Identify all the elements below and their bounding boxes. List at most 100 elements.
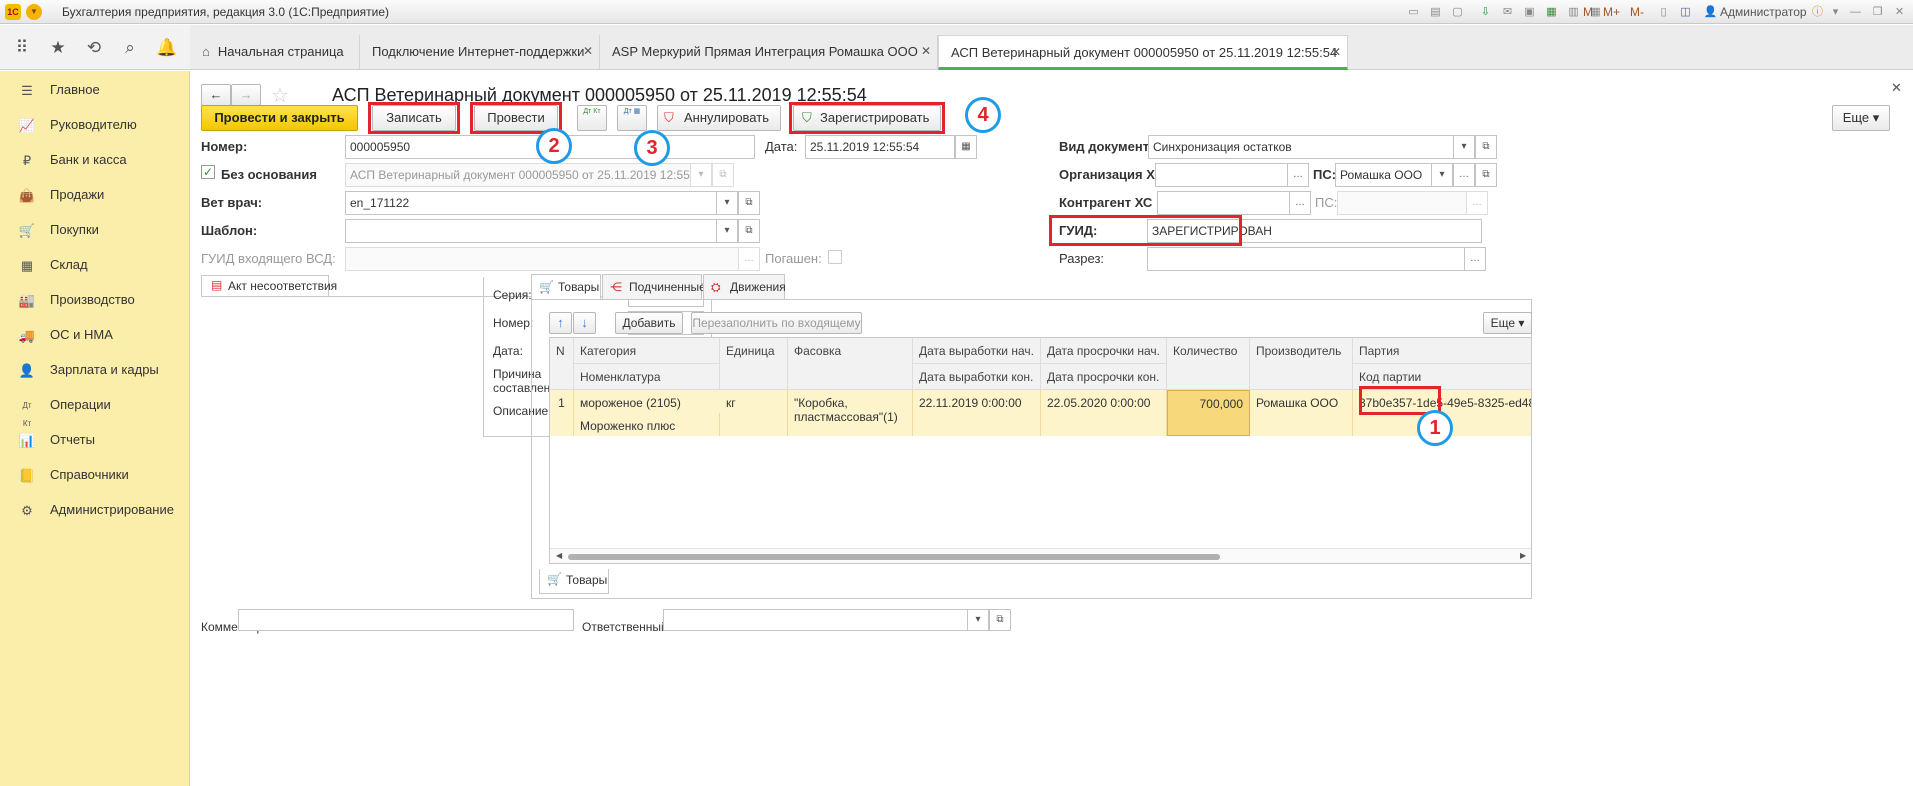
responsible-field[interactable] — [663, 609, 968, 631]
sidebar-item-operations[interactable]: Дт Кт Операции — [0, 388, 190, 428]
calendar-picker-icon[interactable]: ▦ — [955, 135, 977, 159]
close-form-icon[interactable]: ✕ — [1891, 80, 1902, 96]
calculator-icon[interactable]: ▥ — [1566, 5, 1581, 19]
doc-type-field[interactable]: Синхронизация остатков — [1148, 135, 1454, 159]
doc-type-open-icon[interactable]: ⧉ — [1475, 135, 1497, 159]
apps-grid-icon[interactable]: ⠿ — [12, 38, 32, 58]
info-icon[interactable]: ⓘ — [1810, 5, 1825, 19]
tab-vet-document[interactable]: АСП Ветеринарный документ 000005950 от 2… — [938, 35, 1348, 70]
doc-type-dropdown-icon[interactable]: ▾ — [1453, 135, 1475, 159]
col-category-header: Категория — [574, 338, 720, 364]
sidebar-item-purchases[interactable]: 🛒 Покупки — [0, 213, 190, 248]
more-button[interactable]: Еще ▾ — [1832, 105, 1890, 131]
notifications-bell-icon[interactable]: 🔔 — [156, 38, 177, 58]
template-open-icon[interactable]: ⧉ — [738, 219, 760, 243]
vet-open-icon[interactable]: ⧉ — [738, 191, 760, 215]
preview-icon[interactable]: ▢ — [1450, 5, 1465, 19]
date-field[interactable]: 25.11.2019 12:55:54 — [805, 135, 955, 159]
contractor-select-icon[interactable]: … — [1289, 191, 1311, 215]
vet-field[interactable]: en_171122 — [345, 191, 717, 215]
move-up-arrow-icon[interactable]: ↑ — [549, 312, 572, 334]
ps-field[interactable]: Ромашка ООО — [1335, 163, 1432, 187]
bottom-tab-goods[interactable]: 🛒 Товары — [539, 569, 609, 594]
post-button[interactable]: Провести — [474, 105, 558, 131]
tab-act[interactable]: ▤ Акт несоответствия — [201, 275, 337, 297]
scroll-left-icon[interactable]: ◀ — [556, 551, 562, 560]
section-select-icon[interactable]: … — [1464, 247, 1486, 271]
responsible-dropdown-icon[interactable]: ▾ — [967, 609, 989, 631]
mail-icon[interactable]: ✉ — [1500, 5, 1515, 19]
sidebar-item-label: Руководителю — [50, 117, 137, 132]
forward-arrow-icon[interactable]: → — [231, 84, 261, 106]
sidebar-item-assets[interactable]: 🚚 ОС и НМА — [0, 318, 190, 353]
sidebar-item-manager[interactable]: 📈 Руководителю — [0, 108, 190, 143]
comment-field[interactable] — [238, 609, 574, 631]
table-more-button[interactable]: Еще ▾ — [1483, 312, 1532, 334]
close-tab-icon[interactable]: ✕ — [583, 35, 593, 68]
ps-open-icon[interactable]: ⧉ — [1475, 163, 1497, 187]
print-icon[interactable]: ▤ — [1428, 5, 1443, 19]
vet-dropdown-icon[interactable]: ▾ — [716, 191, 738, 215]
current-user[interactable]: Администратор — [1720, 5, 1807, 19]
post-and-close-button[interactable]: Провести и закрыть — [201, 105, 358, 131]
back-arrow-icon[interactable]: ← — [201, 84, 231, 106]
add-row-button[interactable]: Добавить — [615, 312, 683, 334]
bookmark-icon[interactable]: ▯ — [1656, 5, 1671, 19]
sidebar-item-admin[interactable]: ⚙ Администрирование — [0, 493, 190, 528]
tab-movements[interactable]: ⛭ Движения — [703, 274, 786, 300]
memory-minus-button[interactable]: M- — [1630, 5, 1644, 19]
cell-qty[interactable]: 700,000 — [1167, 390, 1250, 436]
horizontal-scrollbar[interactable]: ◀ ▶ — [550, 548, 1531, 563]
close-window-icon[interactable]: ✕ — [1892, 5, 1907, 19]
sidebar-item-bank[interactable]: ₽ Банк и касса — [0, 143, 190, 178]
spreadsheet-icon[interactable]: ▦ — [1544, 5, 1559, 19]
sidebar-item-payroll[interactable]: 👤 Зарплата и кадры — [0, 353, 190, 388]
maximize-icon[interactable]: ❐ — [1870, 5, 1885, 19]
close-tab-icon[interactable]: ✕ — [1331, 36, 1341, 67]
sidebar-item-production[interactable]: 🏭 Производство — [0, 283, 190, 318]
search-icon[interactable]: ⌕ — [120, 38, 140, 58]
annul-button[interactable]: ⛉ Аннулировать — [657, 105, 781, 131]
clipboard-icon[interactable]: ▣ — [1522, 5, 1537, 19]
scroll-right-icon[interactable]: ▶ — [1520, 551, 1526, 560]
sidebar-item-catalogs[interactable]: 📒 Справочники — [0, 458, 190, 493]
save-button[interactable]: Записать — [372, 105, 456, 131]
section-field[interactable] — [1147, 247, 1465, 271]
tab-subordinates[interactable]: ⋲ Подчиненные — [602, 274, 706, 300]
responsible-open-icon[interactable]: ⧉ — [989, 609, 1011, 631]
main-menu-icon[interactable]: ▼ — [26, 4, 42, 20]
template-dropdown-icon[interactable]: ▾ — [716, 219, 738, 243]
memory-plus-button[interactable]: M+ — [1603, 5, 1620, 19]
register-button[interactable]: ⛉ Зарегистрировать — [793, 105, 941, 131]
sidebar-item-reports[interactable]: 📊 Отчеты — [0, 423, 190, 458]
sidebar-item-main[interactable]: ☰ Главное — [0, 73, 190, 108]
sidebar-item-sales[interactable]: 👜 Продажи — [0, 178, 190, 213]
without-basis-checkbox[interactable]: ✓ — [201, 165, 215, 179]
save-icon[interactable]: ▭ — [1406, 5, 1421, 19]
org-select-icon[interactable]: … — [1287, 163, 1309, 187]
dropdown-icon[interactable]: ▾ — [1828, 5, 1843, 19]
scrollbar-thumb[interactable] — [568, 554, 1220, 560]
ps-dropdown-icon[interactable]: ▾ — [1431, 163, 1453, 187]
download-icon[interactable]: ⇩ — [1478, 5, 1493, 19]
refill-from-incoming-button[interactable]: Перезаполнить по входящему — [691, 312, 862, 334]
template-field[interactable] — [345, 219, 717, 243]
tab-mercury-integration[interactable]: ASP Меркурий Прямая Интеграция Ромашка О… — [600, 35, 938, 70]
dt-kt-report-icon[interactable]: Дт ▦ — [617, 105, 647, 131]
minimize-icon[interactable]: — — [1848, 5, 1863, 19]
contractor-field[interactable] — [1157, 191, 1290, 215]
panels-icon[interactable]: ◫ — [1678, 5, 1693, 19]
close-tab-icon[interactable]: ✕ — [921, 35, 931, 68]
tab-home[interactable]: ⌂ Начальная страница — [190, 35, 360, 70]
guid-field[interactable]: ЗАРЕГИСТРИРОВАН — [1147, 219, 1482, 243]
sidebar-item-warehouse[interactable]: ▦ Склад — [0, 248, 190, 283]
tab-internet-support[interactable]: Подключение Интернет-поддержки ✕ — [360, 35, 600, 70]
dt-kt-movements-icon[interactable]: Дт Кт — [577, 105, 607, 131]
org-field[interactable] — [1155, 163, 1288, 187]
memory-m-button[interactable]: M — [1583, 5, 1593, 19]
move-down-arrow-icon[interactable]: ↓ — [573, 312, 596, 334]
history-icon[interactable]: ⟲ — [84, 38, 104, 58]
ps-select-icon[interactable]: … — [1453, 163, 1475, 187]
tab-goods[interactable]: 🛒 Товары — [531, 274, 601, 300]
favorites-star-icon[interactable]: ★ — [48, 38, 68, 58]
